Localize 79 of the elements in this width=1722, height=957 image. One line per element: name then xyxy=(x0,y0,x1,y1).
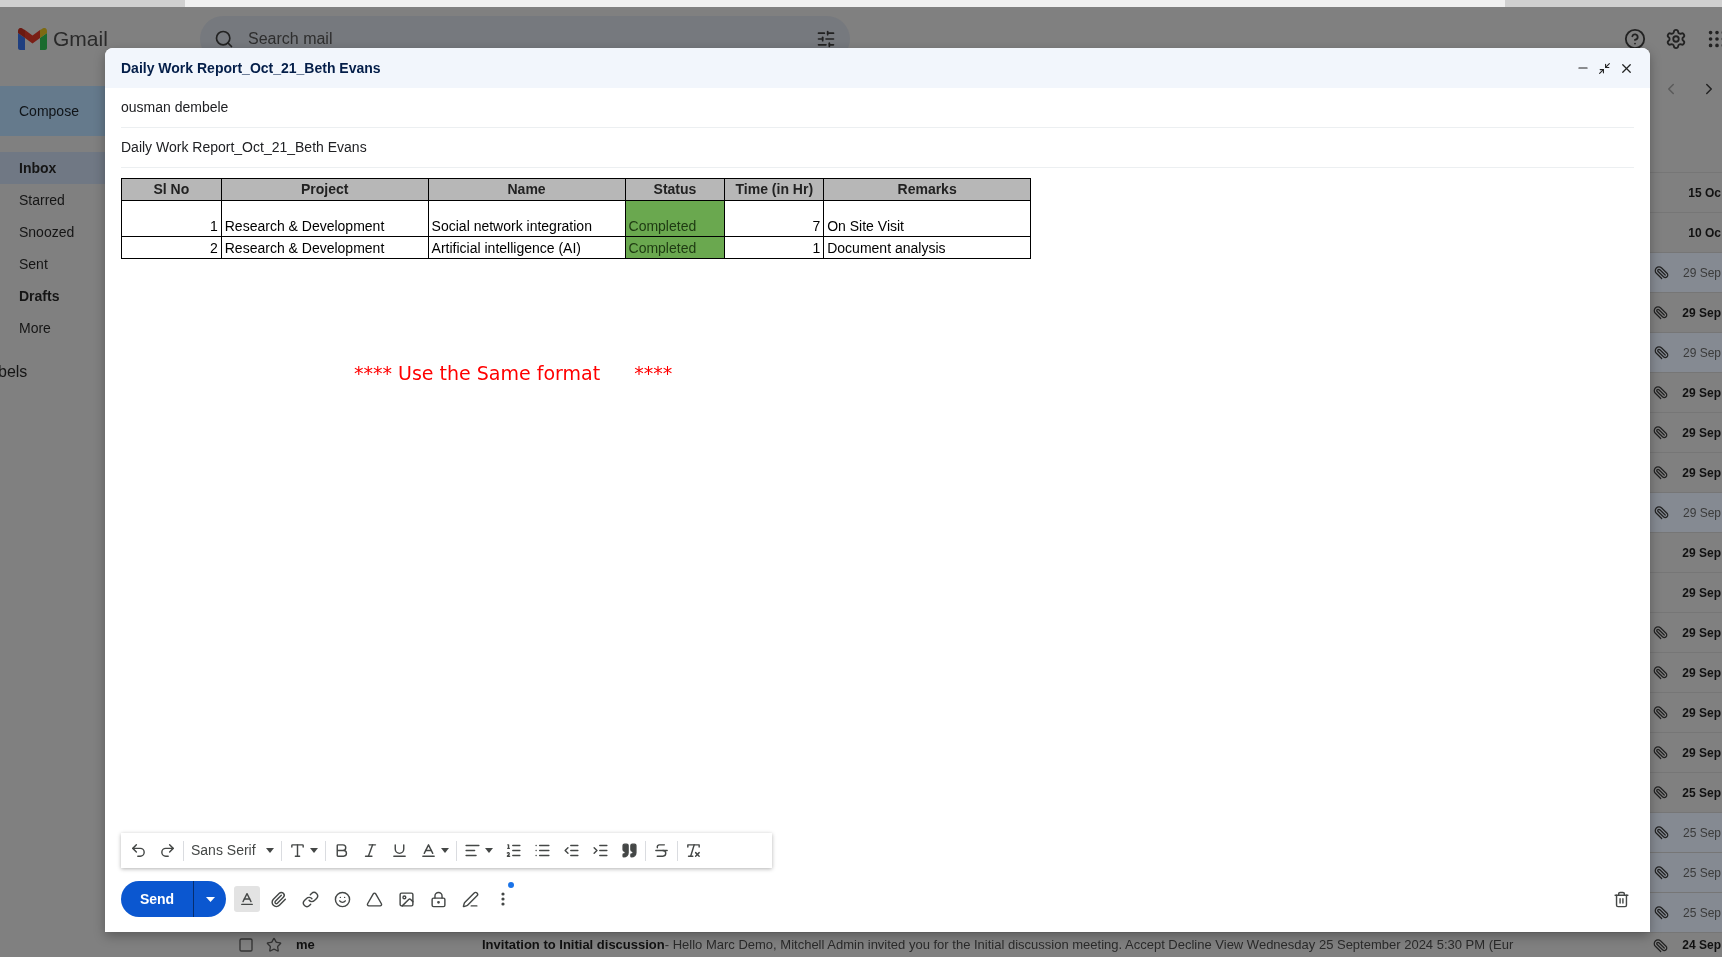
star-icon[interactable] xyxy=(266,937,282,953)
row-checkbox[interactable] xyxy=(238,937,254,953)
pen-icon xyxy=(462,890,479,908)
font-dropdown[interactable]: Sans Serif xyxy=(186,836,279,865)
email-subject: Invitation to Initial discussion xyxy=(482,936,665,955)
instruction-note: **** xyxy=(634,361,673,386)
apps-icon[interactable] xyxy=(1706,28,1722,50)
table-header-cell: Status xyxy=(625,178,725,201)
email-date: 29 Sep xyxy=(1682,664,1721,682)
text-color-icon xyxy=(419,842,437,859)
gmail-logo-icon xyxy=(18,28,47,50)
lock-icon xyxy=(430,890,447,908)
gmail-logo-text: Gmail xyxy=(53,26,108,53)
redo-icon xyxy=(159,842,176,859)
trash-icon xyxy=(1613,890,1630,908)
email-date: 25 Sep xyxy=(1682,824,1721,842)
table-header-cell: Sl No xyxy=(121,178,222,201)
instruction-note: **** Use the Same format xyxy=(354,361,601,386)
table-cell: Research & Development xyxy=(221,236,429,259)
triangle-icon xyxy=(366,890,383,908)
email-date: 29 Sep xyxy=(1682,624,1721,642)
exit-full-screen-icon[interactable] xyxy=(1598,61,1611,75)
help-icon[interactable] xyxy=(1624,28,1646,50)
text-format-icon xyxy=(239,891,255,907)
email-date: 29 Sep xyxy=(1682,304,1721,322)
search-icon[interactable] xyxy=(214,29,234,49)
image-icon xyxy=(398,890,415,908)
email-date: 29 Sep xyxy=(1682,344,1721,362)
smiley-icon xyxy=(334,890,351,908)
email-date: 24 Sep xyxy=(1682,937,1721,954)
filter-icon[interactable] xyxy=(816,29,836,49)
table-cell: 7 xyxy=(724,200,824,237)
email-date: 29 Sep xyxy=(1682,424,1721,442)
clear-formatting-icon xyxy=(684,842,702,859)
link-icon xyxy=(302,890,319,908)
email-date: 29 Sep xyxy=(1682,544,1721,562)
table-cell: Completed xyxy=(625,200,725,237)
indent-more-icon xyxy=(591,842,609,859)
align-left-icon xyxy=(463,842,481,859)
table-cell: Document analysis xyxy=(823,236,1031,259)
email-date: 29 Sep xyxy=(1682,464,1721,482)
formatting-options-button[interactable] xyxy=(234,886,260,912)
email-date: 29 Sep xyxy=(1682,264,1721,282)
quote-icon xyxy=(620,842,638,859)
discard-draft-button[interactable] xyxy=(1613,890,1630,908)
paperclip-icon xyxy=(270,890,287,908)
email-date: 29 Sep xyxy=(1682,384,1721,402)
table-header-cell: Time (in Hr) xyxy=(724,178,824,201)
email-date: 25 Sep xyxy=(1682,864,1721,882)
email-date: 10 Oc xyxy=(1688,224,1721,242)
email-date: 25 Sep xyxy=(1682,904,1721,922)
table-header-cell: Project xyxy=(221,178,429,201)
email-date: 29 Sep xyxy=(1682,704,1721,722)
sender-name: me xyxy=(296,936,316,955)
email-date: 29 Sep xyxy=(1682,744,1721,762)
text-size-icon xyxy=(288,842,306,859)
email-snippet: - Hello Marc Demo, Mitchell Admin invited you for the Initial discussion meeting. Accept Decline View Wednesday 25 September 2024 5:30 PM (Eur xyxy=(664,936,1514,955)
email-date: 29 Sep xyxy=(1682,584,1721,602)
table-cell: 1 xyxy=(121,200,222,237)
strikethrough-icon xyxy=(652,842,670,859)
email-date: 29 Sep xyxy=(1682,504,1721,522)
table-cell: Research & Development xyxy=(221,200,429,237)
underline-icon xyxy=(390,842,408,859)
table-cell: 1 xyxy=(724,236,824,259)
table-cell: Artificial intelligence (AI) xyxy=(428,236,625,259)
settings-icon[interactable] xyxy=(1665,28,1687,50)
table-cell: 2 xyxy=(121,236,222,259)
bulleted-list-icon xyxy=(533,842,551,859)
indent-less-icon xyxy=(562,842,580,859)
table-cell: On Site Visit xyxy=(823,200,1031,237)
table-header-cell: Remarks xyxy=(823,178,1031,201)
table-cell: Social network integration xyxy=(428,200,625,237)
more-icon xyxy=(500,892,505,906)
search-input[interactable]: Search mail xyxy=(248,27,802,51)
numbered-list-icon xyxy=(504,842,522,859)
email-date: 15 Oc xyxy=(1688,184,1721,202)
table-header-cell: Name xyxy=(428,178,625,201)
email-date: 25 Sep xyxy=(1682,784,1721,802)
undo-icon xyxy=(130,842,147,859)
